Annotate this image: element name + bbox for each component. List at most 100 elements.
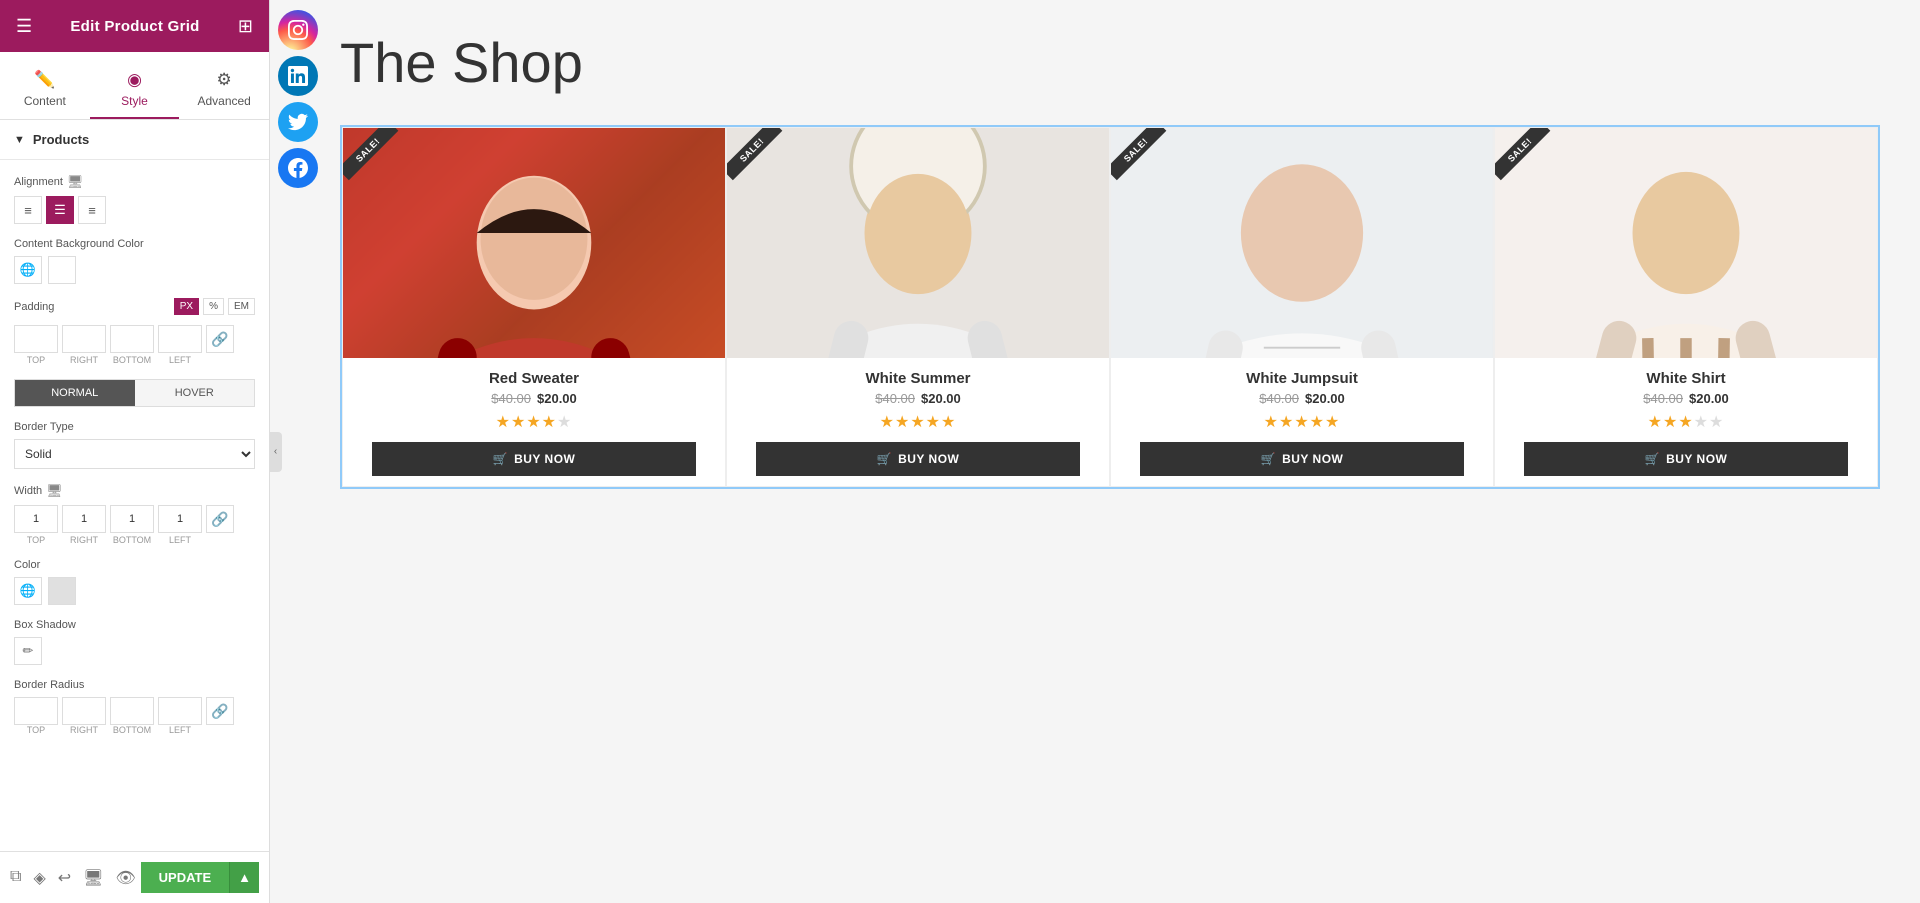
alignment-row: Alignment 🖥 ≡ ☰ ≡ [14, 174, 255, 224]
tab-style[interactable]: ◉ Style [90, 52, 180, 119]
instagram-btn[interactable] [278, 10, 318, 50]
advanced-tab-icon: ⚙ [217, 70, 232, 90]
br-left-input[interactable] [158, 697, 202, 725]
layers-icon[interactable]: ⧉ [10, 868, 21, 888]
padding-sub-labels: TOP RIGHT BOTTOM LEFT [14, 355, 255, 365]
update-button[interactable]: UPDATE [141, 862, 229, 893]
stars-4: ★★★★★ [1648, 412, 1725, 432]
box-shadow-label: Box Shadow [14, 619, 255, 631]
content-tab-label: Content [24, 94, 66, 108]
unit-px-btn[interactable]: PX [174, 298, 199, 315]
panel-title: Edit Product Grid [70, 18, 199, 35]
shapes-icon[interactable]: ◈ [33, 868, 45, 888]
unit-percent-btn[interactable]: % [203, 298, 224, 315]
product-image-wrap-2 [727, 128, 1109, 358]
width-link-btn[interactable]: 🔗 [206, 505, 234, 533]
box-shadow-edit-btn[interactable]: ✏ [14, 637, 42, 665]
padding-bottom-input[interactable] [110, 325, 154, 353]
price-original-3: $40.00 [1259, 391, 1299, 406]
padding-link-btn[interactable]: 🔗 [206, 325, 234, 353]
twitter-btn[interactable] [278, 102, 318, 142]
update-arrow-button[interactable]: ▲ [229, 862, 259, 893]
eye-icon[interactable]: 👁 [115, 868, 135, 888]
border-type-select[interactable]: Solid None Dashed Dotted Double [14, 439, 255, 469]
product-prices-3: $40.00 $20.00 [1259, 391, 1345, 406]
stars-2: ★★★★★ [880, 412, 957, 432]
social-sidebar [270, 0, 326, 198]
price-sale-1: $20.00 [537, 391, 577, 406]
br-link-btn[interactable]: 🔗 [206, 697, 234, 725]
width-row: Width 🖥 🔗 TOP RIGHT BOTTOM LEFT [14, 483, 255, 545]
unit-em-btn[interactable]: EM [228, 298, 255, 315]
padding-left-input[interactable] [158, 325, 202, 353]
linkedin-btn[interactable] [278, 56, 318, 96]
sale-badge-1 [343, 128, 403, 188]
product-grid: Red Sweater $40.00 $20.00 ★★★★★ 🛒 BUY NO… [340, 125, 1880, 489]
padding-label: Padding [14, 301, 54, 313]
cart-icon-4: 🛒 [1645, 452, 1660, 466]
normal-toggle-btn[interactable]: NORMAL [15, 380, 135, 406]
product-prices-2: $40.00 $20.00 [875, 391, 961, 406]
align-right-btn[interactable]: ≡ [78, 196, 106, 224]
color-swatch[interactable] [48, 256, 76, 284]
border-radius-row: Border Radius 🔗 TOP RIGHT BOTTOM LEFT [14, 679, 255, 735]
cart-icon-3: 🛒 [1261, 452, 1276, 466]
collapse-handle[interactable]: ‹ [269, 432, 282, 472]
color-globe-btn[interactable]: 🌐 [14, 256, 42, 284]
monitor-footer-icon[interactable]: 🖥 [83, 868, 103, 888]
sale-badge-2 [727, 128, 787, 188]
buy-btn-4[interactable]: 🛒 BUY NOW [1524, 442, 1849, 476]
tab-content[interactable]: ✏️ Content [0, 52, 90, 119]
product-card-3: White Jumpsuit $40.00 $20.00 ★★★★★ 🛒 BUY… [1110, 127, 1494, 487]
color-field-row: Color 🌐 [14, 559, 255, 605]
product-card-1: Red Sweater $40.00 $20.00 ★★★★★ 🛒 BUY NO… [342, 127, 726, 487]
color-field-globe-btn[interactable]: 🌐 [14, 577, 42, 605]
product-name-4: White Shirt [1646, 370, 1725, 387]
section-label: Products [33, 132, 89, 147]
sale-badge-3 [1111, 128, 1171, 188]
grid-icon[interactable]: ⊞ [238, 16, 253, 37]
width-left-input[interactable] [158, 505, 202, 533]
price-sale-4: $20.00 [1689, 391, 1729, 406]
content-bg-color-label: Content Background Color [14, 238, 255, 250]
facebook-btn[interactable] [278, 148, 318, 188]
products-section-header[interactable]: ▼ Products [0, 120, 269, 160]
border-type-label: Border Type [14, 421, 255, 433]
br-right-input[interactable] [62, 697, 106, 725]
width-bottom-input[interactable] [110, 505, 154, 533]
width-right-input[interactable] [62, 505, 106, 533]
color-field-swatch[interactable] [48, 577, 76, 605]
width-monitor-icon: 🖥 [46, 483, 63, 499]
padding-top-input[interactable] [14, 325, 58, 353]
padding-right-input[interactable] [62, 325, 106, 353]
color-row: 🌐 [14, 256, 255, 284]
align-buttons: ≡ ☰ ≡ [14, 196, 255, 224]
align-left-btn[interactable]: ≡ [14, 196, 42, 224]
unit-buttons: PX % EM [174, 298, 255, 315]
product-card-4: White Shirt $40.00 $20.00 ★★★★★ 🛒 BUY NO… [1494, 127, 1878, 487]
price-original-2: $40.00 [875, 391, 915, 406]
align-center-btn[interactable]: ☰ [46, 196, 74, 224]
monitor-icon: 🖥 [67, 174, 84, 190]
stars-1: ★★★★★ [496, 412, 573, 432]
br-top-input[interactable] [14, 697, 58, 725]
box-shadow-row: Box Shadow ✏ [14, 619, 255, 665]
box-shadow-inputs: ✏ [14, 637, 255, 665]
alignment-label: Alignment 🖥 [14, 174, 255, 190]
width-sub-labels: TOP RIGHT BOTTOM LEFT [14, 535, 255, 545]
product-name-1: Red Sweater [489, 370, 579, 387]
footer-icons: ⧉ ◈ ↩ 🖥 👁 [10, 868, 136, 888]
br-bottom-input[interactable] [110, 697, 154, 725]
content-bg-color-row: Content Background Color 🌐 [14, 238, 255, 284]
tab-advanced[interactable]: ⚙ Advanced [179, 52, 269, 119]
buy-btn-1[interactable]: 🛒 BUY NOW [372, 442, 697, 476]
buy-btn-2[interactable]: 🛒 BUY NOW [756, 442, 1081, 476]
left-panel: ☰ Edit Product Grid ⊞ ✏️ Content ◉ Style… [0, 0, 270, 903]
stars-3: ★★★★★ [1264, 412, 1341, 432]
hamburger-icon[interactable]: ☰ [16, 16, 32, 37]
hover-toggle-btn[interactable]: HOVER [135, 380, 255, 406]
undo-icon[interactable]: ↩ [58, 868, 71, 888]
width-top-input[interactable] [14, 505, 58, 533]
border-radius-inputs: 🔗 [14, 697, 255, 725]
buy-btn-3[interactable]: 🛒 BUY NOW [1140, 442, 1465, 476]
